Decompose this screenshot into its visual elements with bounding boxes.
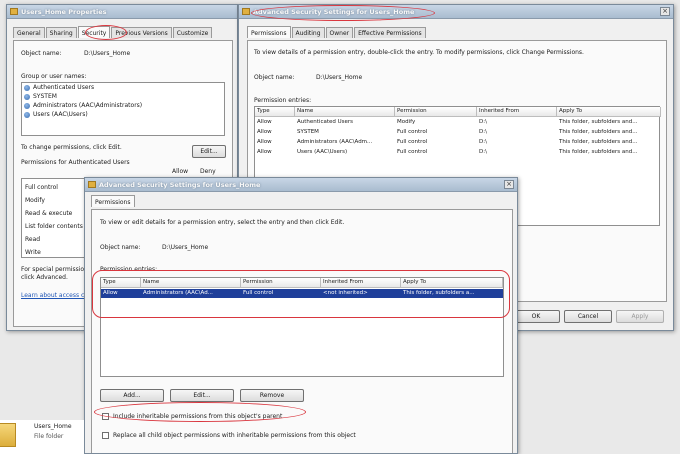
deny-column-header: Deny — [200, 168, 216, 175]
special-permissions-text-2: click Advanced. — [21, 274, 68, 281]
remove-button[interactable]: Remove — [240, 389, 304, 402]
add-button[interactable]: Add... — [100, 389, 164, 402]
column-inherited-from[interactable]: Inherited From — [477, 107, 557, 117]
column-apply-to[interactable]: Apply To — [401, 278, 503, 288]
column-apply-to[interactable]: Apply To — [557, 107, 661, 117]
replace-child-label: Replace all child object permissions wit… — [113, 432, 356, 439]
table-row[interactable]: Allow Administrators (AAC\Ad... Full con… — [101, 289, 503, 298]
principal-item[interactable]: Users (AAC\Users) — [22, 110, 224, 119]
user-group-icon — [24, 84, 30, 91]
permission-label: Modify — [25, 197, 45, 204]
tab-customize[interactable]: Customize — [172, 27, 213, 38]
permission-label: Full control — [25, 184, 58, 191]
advanced-back-entries-label: Permission entries: — [254, 97, 312, 104]
column-permission[interactable]: Permission — [241, 278, 321, 288]
permission-label: Read — [25, 236, 41, 243]
advanced-front-object-label: Object name: — [100, 244, 141, 251]
object-name-label: Object name: — [21, 50, 62, 57]
tab-effective-permissions[interactable]: Effective Permissions — [354, 27, 426, 38]
advanced-front-title: Advanced Security Settings for Users_Hom… — [99, 181, 261, 189]
advanced-front-intro: To view or edit details for a permission… — [100, 219, 345, 226]
advanced-back-titlebar: Advanced Security Settings for Users_Hom… — [239, 5, 673, 19]
advanced-front-entries-label: Permission entries: — [100, 266, 158, 273]
folder-icon — [10, 8, 18, 15]
tab-permissions[interactable]: Permissions — [91, 195, 135, 207]
permission-label: List folder contents — [25, 223, 83, 230]
advanced-front-titlebar: Advanced Security Settings for Users_Hom… — [85, 178, 517, 192]
column-type[interactable]: Type — [255, 107, 295, 117]
table-row[interactable]: Allow Administrators (AAC\Adm... Full co… — [255, 138, 661, 147]
group-label: Group or user names: — [21, 73, 87, 80]
edit-entry-button[interactable]: Edit... — [170, 389, 234, 402]
table-row[interactable]: Allow Users (AAC\Users) Full control D:\… — [255, 148, 661, 157]
principal-item[interactable]: Authenticated Users — [22, 83, 224, 92]
tab-previous-versions[interactable]: Previous Versions — [111, 27, 172, 38]
column-name[interactable]: Name — [295, 107, 395, 117]
user-group-icon — [24, 93, 30, 100]
user-group-icon — [24, 111, 30, 118]
folder-icon — [0, 423, 16, 447]
advanced-back-object-label: Object name: — [254, 74, 295, 81]
advanced-front-panel: To view or edit details for a permission… — [91, 209, 513, 453]
principal-item[interactable]: SYSTEM — [22, 92, 224, 101]
folder-type: File folder — [34, 433, 64, 440]
tab-auditing[interactable]: Auditing — [291, 27, 325, 38]
include-inheritable-checkbox[interactable] — [102, 413, 109, 420]
permission-label: Write — [25, 249, 41, 256]
advanced-front-entries-table: Type Name Permission Inherited From Appl… — [100, 277, 504, 377]
advanced-back-tabs: Permissions Auditing Owner Effective Per… — [247, 26, 427, 38]
column-permission[interactable]: Permission — [395, 107, 477, 117]
tab-permissions[interactable]: Permissions — [247, 26, 291, 38]
advanced-front-tabs: Permissions — [91, 195, 136, 207]
properties-titlebar: Users_Home Properties — [7, 5, 237, 19]
column-type[interactable]: Type — [101, 278, 141, 288]
principal-item[interactable]: Administrators (AAC\Administrators) — [22, 101, 224, 110]
allow-column-header: Allow — [172, 168, 189, 175]
tab-general[interactable]: General — [13, 27, 45, 38]
edit-button[interactable]: Edit... — [192, 145, 226, 158]
close-icon[interactable]: × — [504, 180, 514, 189]
close-icon[interactable]: × — [660, 7, 670, 16]
folder-icon — [88, 181, 96, 188]
advanced-front-object-value: D:\Users_Home — [162, 244, 209, 251]
tab-owner[interactable]: Owner — [325, 27, 354, 38]
table-row[interactable]: Allow SYSTEM Full control D:\ This folde… — [255, 128, 661, 137]
advanced-security-window-front: Advanced Security Settings for Users_Hom… — [84, 177, 518, 454]
table-header: Type Name Permission Inherited From Appl… — [101, 278, 503, 288]
tab-security[interactable]: Security — [77, 26, 111, 38]
table-header: Type Name Permission Inherited From Appl… — [255, 107, 661, 117]
permission-label: Read & execute — [25, 210, 73, 217]
replace-child-checkbox[interactable] — [102, 432, 109, 439]
advanced-back-object-value: D:\Users_Home — [316, 74, 363, 81]
tab-sharing[interactable]: Sharing — [45, 27, 77, 38]
principal-list: Authenticated Users SYSTEM Administrator… — [21, 82, 225, 136]
ok-button[interactable]: OK — [512, 310, 560, 323]
permissions-for-label: Permissions for Authenticated Users — [21, 159, 130, 166]
include-inheritable-label: Include inheritable permissions from thi… — [113, 413, 283, 420]
table-row[interactable]: Allow Authenticated Users Modify D:\ Thi… — [255, 118, 661, 127]
change-permissions-text: To change permissions, click Edit. — [21, 144, 122, 151]
cancel-button[interactable]: Cancel — [564, 310, 612, 323]
advanced-back-intro: To view details of a permission entry, d… — [254, 49, 584, 56]
explorer-folder-item[interactable]: Users_Home File folder — [0, 420, 84, 454]
apply-button[interactable]: Apply — [616, 310, 664, 323]
user-group-icon — [24, 102, 30, 109]
advanced-back-title: Advanced Security Settings for Users_Hom… — [253, 8, 415, 16]
properties-title: Users_Home Properties — [21, 8, 107, 16]
folder-icon — [242, 8, 250, 15]
column-name[interactable]: Name — [141, 278, 241, 288]
column-inherited-from[interactable]: Inherited From — [321, 278, 401, 288]
properties-tabs: General Sharing Security Previous Versio… — [13, 26, 213, 38]
object-name-value: D:\Users_Home — [84, 50, 131, 57]
folder-name: Users_Home — [34, 423, 72, 430]
